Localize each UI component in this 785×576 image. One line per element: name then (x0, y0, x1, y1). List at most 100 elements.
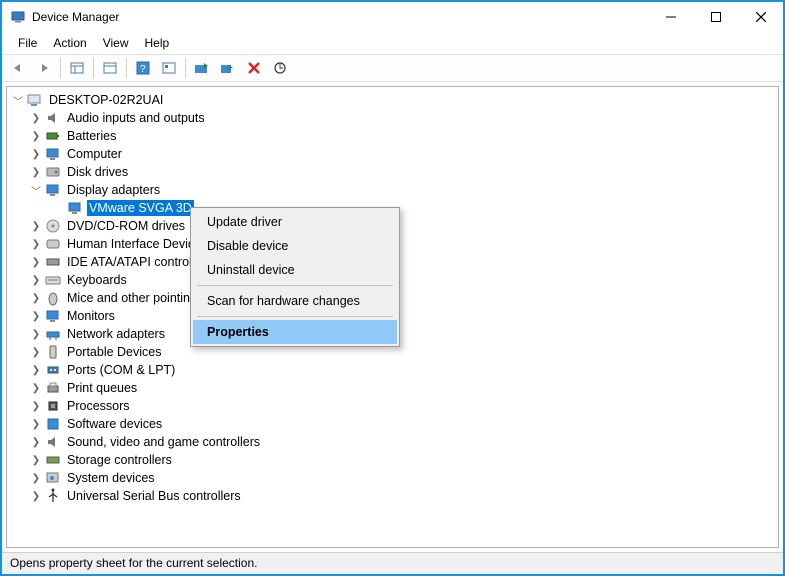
tree-item-processors[interactable]: ❯Processors (11, 397, 774, 415)
menu-help[interactable]: Help (137, 34, 178, 52)
tree-item-computer[interactable]: ❯Computer (11, 145, 774, 163)
show-hide-console-tree-button[interactable] (65, 57, 89, 79)
toolbar-separator (60, 58, 61, 78)
toolbar-separator (185, 58, 186, 78)
back-button[interactable] (6, 57, 30, 79)
ide-icon (45, 254, 61, 270)
monitor-icon (45, 308, 61, 324)
chevron-right-icon[interactable]: ❯ (29, 419, 43, 430)
chevron-right-icon[interactable]: ❯ (29, 365, 43, 376)
uninstall-button[interactable] (242, 57, 266, 79)
port-icon (45, 362, 61, 378)
update-driver-button[interactable] (190, 57, 214, 79)
hid-icon (45, 236, 61, 252)
app-icon (10, 9, 26, 25)
tree-item-sound[interactable]: ❯Sound, video and game controllers (11, 433, 774, 451)
context-menu: Update driver Disable device Uninstall d… (190, 207, 400, 347)
display-icon (67, 200, 83, 216)
chevron-right-icon[interactable]: ❯ (29, 473, 43, 484)
computer-icon (27, 92, 43, 108)
chevron-down-icon[interactable]: ﹀ (11, 93, 25, 108)
tree-item-usb[interactable]: ❯Universal Serial Bus controllers (11, 487, 774, 505)
menu-action[interactable]: Action (45, 34, 94, 52)
ctx-separator (197, 316, 393, 317)
menubar: File Action View Help (2, 32, 783, 54)
svg-text:?: ? (140, 64, 146, 75)
audio-icon (45, 110, 61, 126)
device-manager-window: Device Manager File Action View Help ? + (0, 0, 785, 576)
tree-item-audio[interactable]: ❯Audio inputs and outputs (11, 109, 774, 127)
chevron-right-icon[interactable]: ❯ (29, 437, 43, 448)
chevron-right-icon[interactable]: ❯ (29, 167, 43, 178)
chevron-right-icon[interactable]: ❯ (29, 275, 43, 286)
forward-button[interactable] (32, 57, 56, 79)
toolbar: ? + (2, 54, 783, 82)
tree-item-print-queues[interactable]: ❯Print queues (11, 379, 774, 397)
add-legacy-hardware-button[interactable]: + (216, 57, 240, 79)
scan-hardware-button[interactable] (268, 57, 292, 79)
titlebar: Device Manager (2, 2, 783, 32)
properties-button[interactable] (98, 57, 122, 79)
mouse-icon (45, 290, 61, 306)
disc-icon (45, 218, 61, 234)
chevron-right-icon[interactable]: ❯ (29, 113, 43, 124)
menu-file[interactable]: File (10, 34, 45, 52)
status-text: Opens property sheet for the current sel… (10, 556, 257, 570)
chevron-right-icon[interactable]: ❯ (29, 257, 43, 268)
chevron-right-icon[interactable]: ❯ (29, 491, 43, 502)
chevron-down-icon[interactable]: ﹀ (29, 183, 43, 198)
tree-root[interactable]: ﹀ DESKTOP-02R2UAI (11, 91, 774, 109)
statusbar: Opens property sheet for the current sel… (2, 552, 783, 574)
tree-item-ports[interactable]: ❯Ports (COM & LPT) (11, 361, 774, 379)
tree-item-disk-drives[interactable]: ❯Disk drives (11, 163, 774, 181)
printer-icon (45, 380, 61, 396)
tree-item-storage[interactable]: ❯Storage controllers (11, 451, 774, 469)
action-button[interactable] (157, 57, 181, 79)
tree-item-system[interactable]: ❯System devices (11, 469, 774, 487)
display-icon (45, 182, 61, 198)
chevron-right-icon[interactable]: ❯ (29, 239, 43, 250)
help-button[interactable]: ? (131, 57, 155, 79)
ctx-properties[interactable]: Properties (193, 320, 397, 344)
storage-icon (45, 452, 61, 468)
ctx-update-driver[interactable]: Update driver (193, 210, 397, 234)
battery-icon (45, 128, 61, 144)
software-icon (45, 416, 61, 432)
portable-icon (45, 344, 61, 360)
system-icon (45, 470, 61, 486)
chevron-right-icon[interactable]: ❯ (29, 329, 43, 340)
tree-item-software-devices[interactable]: ❯Software devices (11, 415, 774, 433)
tree-item-display-adapters[interactable]: ﹀Display adapters (11, 181, 774, 199)
cpu-icon (45, 398, 61, 414)
maximize-button[interactable] (693, 2, 738, 32)
svg-text:+: + (227, 63, 233, 74)
chevron-right-icon[interactable]: ❯ (29, 455, 43, 466)
close-button[interactable] (738, 2, 783, 32)
keyboard-icon (45, 272, 61, 288)
ctx-separator (197, 285, 393, 286)
chevron-right-icon[interactable]: ❯ (29, 383, 43, 394)
chevron-right-icon[interactable]: ❯ (29, 347, 43, 358)
ctx-disable-device[interactable]: Disable device (193, 234, 397, 258)
sound-icon (45, 434, 61, 450)
tree-item-batteries[interactable]: ❯Batteries (11, 127, 774, 145)
window-title: Device Manager (32, 10, 119, 24)
ctx-uninstall-device[interactable]: Uninstall device (193, 258, 397, 282)
window-controls (648, 2, 783, 32)
menu-view[interactable]: View (95, 34, 137, 52)
toolbar-separator (93, 58, 94, 78)
chevron-right-icon[interactable]: ❯ (29, 221, 43, 232)
network-icon (45, 326, 61, 342)
chevron-right-icon[interactable]: ❯ (29, 131, 43, 142)
chevron-right-icon[interactable]: ❯ (29, 401, 43, 412)
chevron-right-icon[interactable]: ❯ (29, 293, 43, 304)
computer-icon (45, 146, 61, 162)
ctx-scan-hardware[interactable]: Scan for hardware changes (193, 289, 397, 313)
tree-root-label: DESKTOP-02R2UAI (47, 92, 165, 108)
usb-icon (45, 488, 61, 504)
chevron-right-icon[interactable]: ❯ (29, 311, 43, 322)
toolbar-separator (126, 58, 127, 78)
disk-icon (45, 164, 61, 180)
minimize-button[interactable] (648, 2, 693, 32)
chevron-right-icon[interactable]: ❯ (29, 149, 43, 160)
